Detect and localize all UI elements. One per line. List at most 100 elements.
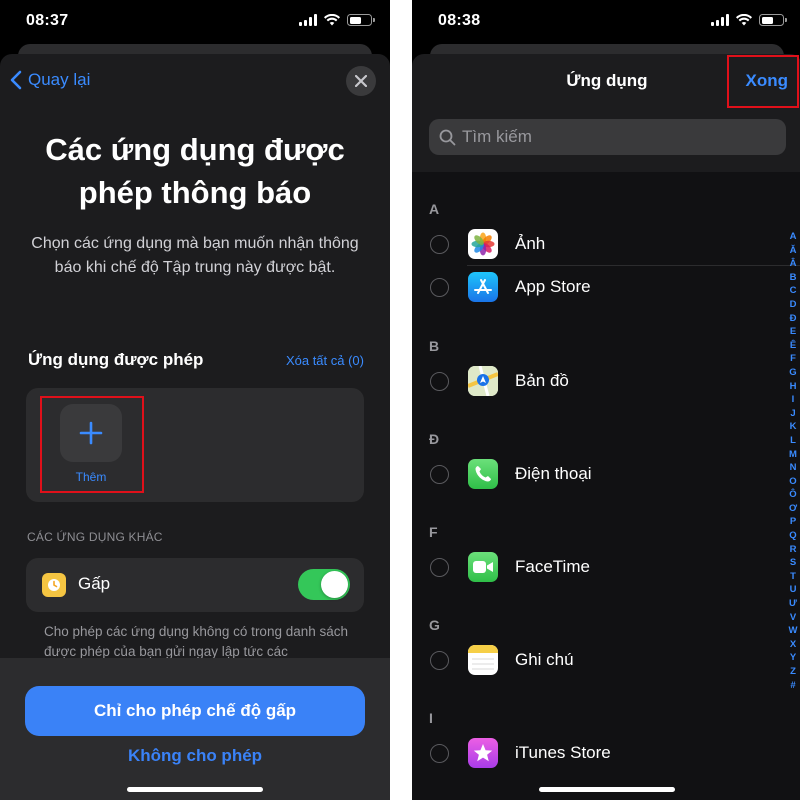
status-bar: 08:38 bbox=[412, 0, 800, 44]
index-letter[interactable]: Y bbox=[790, 651, 796, 665]
index-letter[interactable]: F bbox=[790, 352, 796, 366]
row-divider bbox=[467, 265, 800, 266]
select-radio[interactable] bbox=[430, 465, 449, 484]
index-letter[interactable]: M bbox=[789, 448, 797, 462]
back-button[interactable]: Quay lại bbox=[10, 70, 90, 90]
highlight-box-done bbox=[727, 55, 799, 108]
search-input[interactable] bbox=[462, 127, 762, 147]
toggle-knob bbox=[321, 571, 348, 598]
urgent-toggle[interactable] bbox=[298, 569, 350, 600]
status-time: 08:37 bbox=[26, 12, 69, 29]
index-letter[interactable]: D bbox=[790, 298, 797, 312]
close-button[interactable] bbox=[346, 66, 376, 96]
app-row-photos[interactable]: Ảnh bbox=[412, 222, 800, 265]
select-radio[interactable] bbox=[430, 744, 449, 763]
section-index-bar[interactable]: A Ă Â B C D Đ E Ê F G H I J K L M N O Ô Ơ P Q R S T U Ư V W X Y Z # bbox=[787, 230, 799, 692]
app-name: Bản đồ bbox=[515, 371, 569, 390]
app-list: A Ảnh App Store B Bản đồ Đ Điện thoại F … bbox=[412, 172, 800, 800]
index-letter[interactable]: K bbox=[790, 420, 797, 434]
itunes-store-icon bbox=[468, 738, 498, 768]
status-icons bbox=[299, 14, 375, 26]
home-indicator bbox=[127, 787, 263, 792]
select-radio[interactable] bbox=[430, 651, 449, 670]
section-header-f: F bbox=[429, 524, 438, 540]
allow-urgent-only-button[interactable]: Chỉ cho phép chế độ gấp bbox=[25, 686, 365, 736]
app-row-facetime[interactable]: FaceTime bbox=[412, 545, 800, 588]
index-letter[interactable]: N bbox=[790, 461, 797, 475]
section-header-a: A bbox=[429, 201, 440, 217]
section-header-dd: Đ bbox=[429, 431, 440, 447]
select-radio[interactable] bbox=[430, 558, 449, 577]
index-letter[interactable]: Z bbox=[790, 665, 796, 679]
index-letter[interactable]: O bbox=[789, 475, 796, 489]
urgent-notifications-row: Gấp bbox=[26, 558, 364, 612]
app-row-itunes-store[interactable]: iTunes Store bbox=[412, 731, 800, 774]
close-icon bbox=[355, 75, 367, 87]
index-letter[interactable]: A bbox=[790, 230, 797, 244]
index-letter[interactable]: Đ bbox=[790, 312, 797, 326]
section-header-i: I bbox=[429, 710, 433, 726]
index-letter[interactable]: U bbox=[790, 583, 797, 597]
app-row-maps[interactable]: Bản đồ bbox=[412, 359, 800, 402]
search-icon bbox=[439, 129, 456, 145]
index-letter[interactable]: Q bbox=[789, 529, 796, 543]
index-letter[interactable]: C bbox=[790, 284, 797, 298]
cellular-signal-icon bbox=[711, 14, 729, 26]
modal-sheet: Ứng dụng Xong A bbox=[412, 54, 800, 800]
index-letter[interactable]: L bbox=[790, 434, 796, 448]
cellular-signal-icon bbox=[299, 14, 317, 26]
index-letter[interactable]: J bbox=[790, 407, 795, 421]
app-row-notes[interactable]: Ghi chú bbox=[412, 638, 800, 681]
status-time: 08:38 bbox=[438, 12, 481, 29]
phone-icon bbox=[468, 459, 498, 489]
select-radio[interactable] bbox=[430, 235, 449, 254]
index-letter[interactable]: S bbox=[790, 556, 796, 570]
index-letter[interactable]: T bbox=[790, 570, 796, 584]
page-title: Các ứng dụng được phép thông báo bbox=[45, 132, 345, 210]
index-letter[interactable]: G bbox=[789, 366, 796, 380]
index-letter[interactable]: Ê bbox=[790, 339, 796, 353]
app-name: Ghi chú bbox=[515, 650, 574, 669]
index-letter[interactable]: V bbox=[790, 611, 796, 625]
status-bar: 08:37 bbox=[0, 0, 390, 44]
index-letter[interactable]: Â bbox=[790, 257, 797, 271]
status-icons bbox=[711, 14, 787, 26]
wifi-icon bbox=[324, 14, 340, 26]
index-letter[interactable]: B bbox=[790, 271, 797, 285]
index-letter[interactable]: Ă bbox=[790, 244, 797, 258]
app-row-phone[interactable]: Điện thoại bbox=[412, 452, 800, 495]
index-letter[interactable]: X bbox=[790, 638, 796, 652]
index-letter[interactable]: R bbox=[790, 543, 797, 557]
app-picker-screen: 08:38 Ứng dụng Xong A bbox=[412, 0, 800, 800]
page-description: Chọn các ứng dụng mà bạn muốn nhận thông… bbox=[31, 235, 359, 276]
app-store-icon bbox=[468, 272, 498, 302]
app-row-app-store[interactable]: App Store bbox=[412, 265, 800, 308]
select-radio[interactable] bbox=[430, 278, 449, 297]
index-letter[interactable]: # bbox=[790, 679, 795, 693]
urgent-label: Gấp bbox=[78, 574, 111, 593]
section-header-b: B bbox=[429, 338, 440, 354]
select-radio[interactable] bbox=[430, 372, 449, 391]
index-letter[interactable]: I bbox=[792, 393, 795, 407]
section-header-g: G bbox=[429, 617, 440, 633]
index-letter[interactable]: Ô bbox=[789, 488, 796, 502]
index-letter[interactable]: H bbox=[790, 380, 797, 394]
index-letter[interactable]: P bbox=[790, 515, 796, 529]
allowed-apps-header: Ứng dụng được phép Xóa tất cả (0) bbox=[28, 350, 364, 370]
allowed-apps-title: Ứng dụng được phép bbox=[28, 350, 204, 369]
index-letter[interactable]: E bbox=[790, 325, 796, 339]
index-letter[interactable]: Ơ bbox=[789, 502, 797, 516]
battery-icon bbox=[759, 14, 787, 26]
search-bar[interactable] bbox=[429, 119, 786, 155]
facetime-icon bbox=[468, 552, 498, 582]
index-letter[interactable]: W bbox=[789, 624, 798, 638]
urgent-footnote: Cho phép các ứng dụng không có trong dan… bbox=[44, 624, 349, 659]
clear-all-button[interactable]: Xóa tất cả (0) bbox=[286, 353, 364, 368]
app-name: App Store bbox=[515, 277, 591, 296]
other-apps-header: CÁC ỨNG DỤNG KHÁC bbox=[27, 530, 163, 544]
photos-icon bbox=[468, 229, 498, 259]
app-name: FaceTime bbox=[515, 557, 590, 576]
disallow-button[interactable]: Không cho phép bbox=[25, 742, 365, 770]
index-letter[interactable]: Ư bbox=[789, 597, 797, 611]
home-indicator bbox=[539, 787, 675, 792]
